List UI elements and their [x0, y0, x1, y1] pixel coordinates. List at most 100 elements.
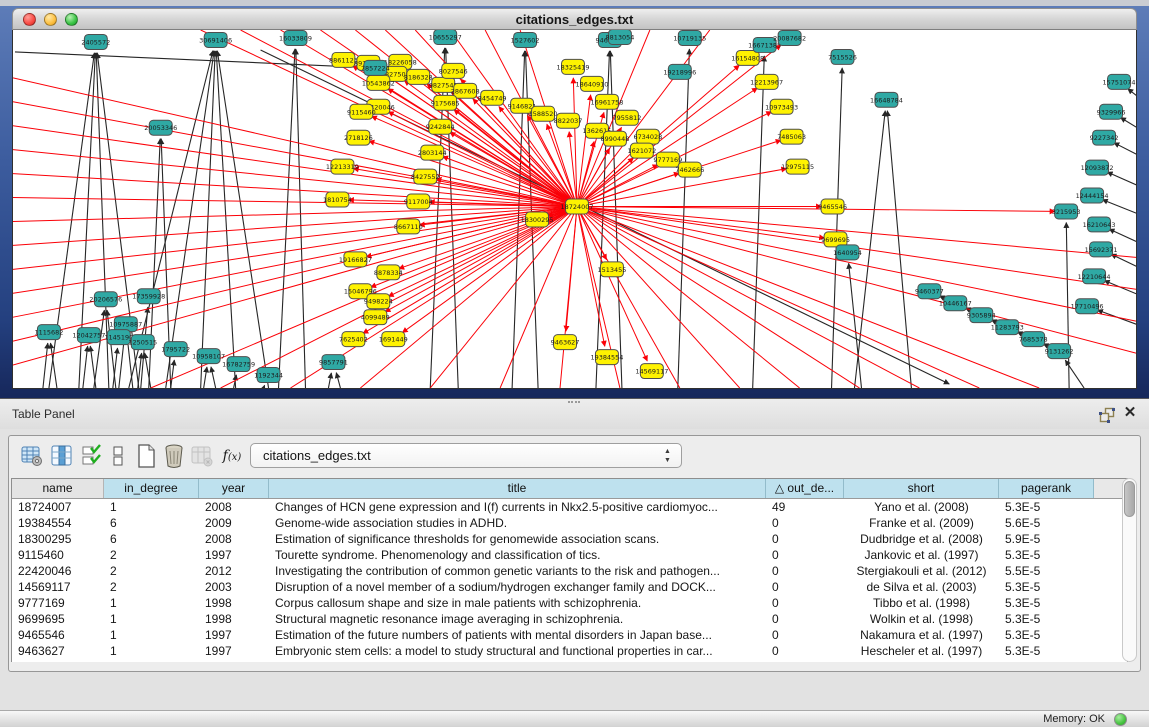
scrollbar-thumb[interactable] [1124, 481, 1135, 517]
graph-node[interactable]: 17710496 [1071, 299, 1104, 314]
graph-node[interactable]: 9460377 [915, 284, 944, 299]
column-header-name[interactable]: name [12, 479, 104, 498]
graph-node[interactable]: 9777169 [653, 152, 682, 167]
graph-node[interactable]: 15751074 [1103, 74, 1136, 89]
graph-node[interactable]: 10446167 [939, 296, 972, 311]
graph-node[interactable]: 3215953 [1052, 204, 1081, 219]
graph-node[interactable]: 9857791 [319, 355, 348, 370]
graph-node[interactable]: 1250515 [128, 335, 157, 350]
graph-node[interactable]: 8813054 [606, 30, 635, 44]
red-edge-ray[interactable] [360, 207, 577, 388]
float-window-icon[interactable] [1098, 407, 1116, 423]
black-edge[interactable] [43, 343, 48, 388]
graph-node[interactable]: 10958107 [192, 349, 225, 364]
black-edge[interactable] [887, 111, 911, 388]
graph-node[interactable]: 19384554 [590, 350, 623, 365]
red-edge-ray[interactable] [577, 207, 1136, 354]
row-height-icon[interactable] [105, 443, 131, 469]
table-row[interactable]: 1830029562008Estimation of significance … [12, 531, 1127, 547]
close-icon[interactable]: ✕ [1122, 405, 1138, 421]
graph-node[interactable]: 18724007 [561, 199, 594, 214]
table-row[interactable]: 2242004622012Investigating the contribut… [12, 563, 1127, 579]
black-edge[interactable] [336, 373, 340, 388]
column-header-in_degree[interactable]: in_degree [104, 479, 199, 498]
graph-node[interactable]: 10719135 [673, 30, 706, 45]
graph-node[interactable]: 9305894 [967, 308, 996, 323]
black-edge[interactable] [1104, 281, 1136, 299]
graph-node[interactable]: 14569117 [635, 364, 668, 379]
create-table-icon[interactable] [133, 443, 159, 469]
graph-node[interactable]: 7625402 [339, 332, 368, 347]
black-edge[interactable] [1107, 172, 1136, 190]
black-edge[interactable] [832, 68, 843, 388]
black-edge[interactable] [264, 385, 265, 388]
red-edge-ray[interactable] [577, 30, 710, 207]
table-row[interactable]: 946362711997Embryonic stem cells: a mode… [12, 643, 1127, 659]
red-edge[interactable] [577, 207, 1055, 212]
column-header-short[interactable]: short [844, 479, 999, 498]
graph-node[interactable]: 8990448 [601, 131, 630, 146]
graph-node[interactable]: 1527602 [511, 32, 540, 47]
black-edge[interactable] [204, 367, 207, 388]
graph-node[interactable]: 1513455 [598, 262, 627, 277]
black-edge[interactable] [171, 360, 175, 388]
graph-node[interactable]: 7462666 [675, 162, 704, 177]
red-edge[interactable] [371, 116, 577, 206]
black-edge[interactable] [1128, 89, 1136, 104]
graph-node[interactable]: 7515526 [828, 49, 857, 64]
table-row[interactable]: 946554611997Estimation of the future num… [12, 627, 1127, 643]
black-edge[interactable] [217, 51, 268, 388]
graph-node[interactable]: 6734028 [633, 129, 662, 144]
column-header-title[interactable]: title [269, 479, 766, 498]
graph-node[interactable]: 4099489 [361, 310, 390, 325]
graph-node[interactable]: 9329966 [1097, 104, 1126, 119]
black-edge[interactable] [753, 56, 765, 388]
graph-node[interactable]: 9227342 [1090, 130, 1119, 145]
graph-node[interactable]: 8822037 [554, 113, 583, 128]
graph-node[interactable]: 16782759 [222, 357, 255, 372]
table-selector-dropdown[interactable]: citations_edges.txt ▲▼ [250, 443, 682, 468]
graph-node[interactable]: 1691449 [379, 332, 408, 347]
black-edge[interactable] [216, 51, 235, 388]
graph-node[interactable]: 10973493 [765, 99, 798, 114]
graph-node[interactable]: 19166827 [339, 252, 372, 267]
graph-node[interactable]: 1621072 [627, 143, 656, 158]
column-header-out_de[interactable]: △ out_de... [766, 479, 844, 498]
graph-node[interactable]: 2405572 [81, 34, 110, 49]
select-columns-icon[interactable] [79, 443, 105, 469]
graph-node[interactable]: 20206576 [89, 292, 122, 307]
table-row[interactable]: 969969511998Structural magnetic resonanc… [12, 611, 1127, 627]
table-row[interactable]: 977716911998Corpus callosum shape and si… [12, 595, 1127, 611]
red-edge-ray[interactable] [577, 207, 1136, 322]
graph-node[interactable]: 16961758 [590, 94, 623, 109]
black-edge[interactable] [678, 49, 690, 388]
memory-ok-led-icon[interactable] [1114, 713, 1127, 726]
graph-node[interactable]: 9463627 [551, 335, 580, 350]
graph-node[interactable]: 19218996 [663, 64, 696, 79]
table-row[interactable]: 1872400712008Changes of HCN gene express… [12, 499, 1127, 515]
table-row[interactable]: 1456911722003Disruption of a novel membe… [12, 579, 1127, 595]
column-header-pagerank[interactable]: pagerank [999, 479, 1094, 498]
black-edge[interactable] [15, 52, 364, 67]
graph-node[interactable]: 15692371 [1085, 242, 1118, 257]
graph-node[interactable]: 30691406 [199, 32, 232, 47]
graph-node[interactable]: 8878334 [374, 265, 403, 280]
black-edge[interactable] [83, 346, 88, 388]
graph-node[interactable]: 12213967 [750, 74, 783, 89]
red-edge[interactable] [577, 207, 825, 239]
graph-node[interactable]: 7485063 [777, 129, 806, 144]
delete-column-icon[interactable] [189, 443, 215, 469]
graph-node[interactable]: 12042757 [72, 328, 105, 343]
graph-node[interactable]: 17359928 [132, 289, 165, 304]
column-header-year[interactable]: year [199, 479, 269, 498]
graph-node[interactable]: 7955812 [612, 110, 641, 125]
graph-node[interactable]: 9242844 [426, 119, 455, 134]
graph-node[interactable]: 7685378 [1019, 332, 1048, 347]
graph-node[interactable]: 8027546 [439, 63, 468, 78]
black-edge[interactable] [166, 51, 214, 388]
black-edge[interactable] [279, 49, 295, 388]
black-edge[interactable] [296, 49, 306, 388]
black-edge[interactable] [1109, 229, 1136, 246]
black-edge[interactable] [328, 373, 331, 388]
graph-node[interactable]: 2718126 [344, 130, 373, 145]
